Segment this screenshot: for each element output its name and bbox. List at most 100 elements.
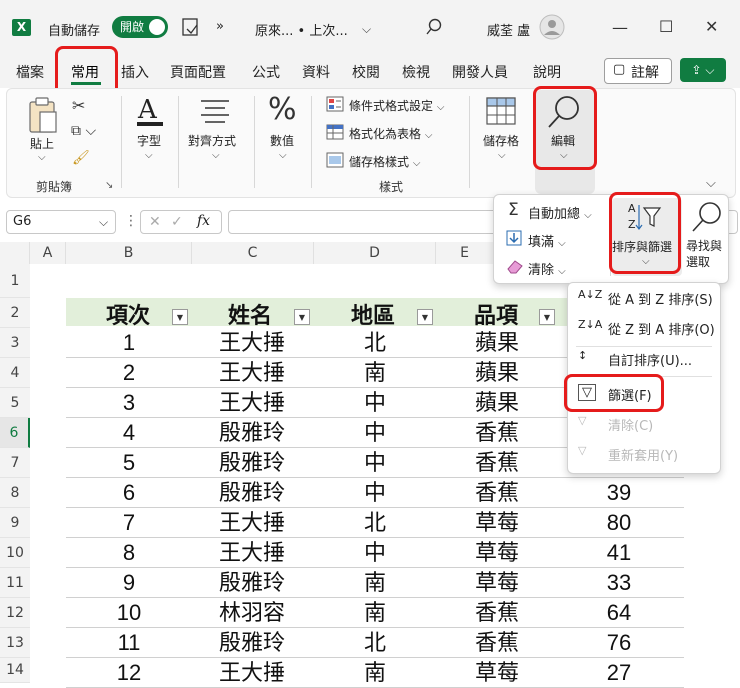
row-header[interactable]: 13 <box>0 628 30 658</box>
save-icon[interactable] <box>181 17 201 37</box>
cell-region[interactable]: 北 <box>315 628 435 658</box>
row-header[interactable]: 6 <box>0 418 30 448</box>
conditional-format-icon[interactable] <box>326 96 344 112</box>
row-header[interactable]: 7 <box>0 448 30 478</box>
cell-product[interactable]: 草莓 <box>437 508 557 538</box>
row-header[interactable]: 4 <box>0 358 30 388</box>
avatar[interactable] <box>539 14 565 40</box>
cell-name[interactable]: 王大捶 <box>192 658 312 688</box>
font-chevron-icon[interactable]: ⌵ <box>145 150 153 161</box>
file-name[interactable]: 原來... • 上次... <box>255 20 348 39</box>
cell-region[interactable]: 中 <box>315 388 435 418</box>
cell-product[interactable]: 蘋果 <box>437 328 557 358</box>
cell-product[interactable]: 香蕉 <box>437 478 557 508</box>
find-select-icon[interactable] <box>690 200 724 234</box>
filter-dropdown-icon[interactable]: ▼ <box>294 309 310 325</box>
conditional-format-button[interactable]: 條件式格式設定 ⌵ <box>349 97 444 114</box>
cell-item-no[interactable]: 11 <box>69 628 189 658</box>
format-as-table-icon[interactable] <box>326 124 344 140</box>
row-header[interactable]: 8 <box>0 478 30 508</box>
number-label[interactable]: 數值 <box>270 132 294 149</box>
tab-developer[interactable]: 開發人員 <box>452 62 508 82</box>
cell-region[interactable]: 南 <box>315 598 435 628</box>
fill-button[interactable]: 填滿 ⌵ <box>528 231 566 250</box>
cell-name[interactable]: 殷雅玲 <box>192 478 312 508</box>
cell-name[interactable]: 殷雅玲 <box>192 448 312 478</box>
cell-product[interactable]: 香蕉 <box>437 448 557 478</box>
cell-item-no[interactable]: 2 <box>69 358 189 388</box>
cell-region[interactable]: 中 <box>315 418 435 448</box>
tab-help[interactable]: 說明 <box>533 62 561 82</box>
cell-region[interactable]: 南 <box>315 568 435 598</box>
tab-insert[interactable]: 插入 <box>121 62 149 82</box>
row-header[interactable]: 12 <box>0 598 30 628</box>
cell-product[interactable]: 香蕉 <box>437 628 557 658</box>
cell-quantity[interactable]: 33 <box>559 568 679 598</box>
row-header[interactable]: 3 <box>0 328 30 358</box>
cell-name[interactable]: 殷雅玲 <box>192 568 312 598</box>
row-header[interactable]: 2 <box>0 298 30 328</box>
filter-dropdown-icon[interactable]: ▼ <box>539 309 555 325</box>
cell-item-no[interactable]: 1 <box>69 328 189 358</box>
search-icon[interactable] <box>426 18 444 36</box>
row-header[interactable]: 9 <box>0 508 30 538</box>
row-header[interactable]: 11 <box>0 568 30 598</box>
clear-filter-item[interactable]: 清除(C) <box>608 415 653 434</box>
cell-product[interactable]: 香蕉 <box>437 418 557 448</box>
autosum-button[interactable]: 自動加總 ⌵ <box>528 203 592 222</box>
cell-name[interactable]: 殷雅玲 <box>192 418 312 448</box>
autosave-toggle[interactable]: 開啟 <box>112 16 168 38</box>
format-painter-icon[interactable]: 🖌 <box>72 150 90 166</box>
cell-quantity[interactable]: 64 <box>559 598 679 628</box>
number-chevron-icon[interactable]: ⌵ <box>279 150 287 161</box>
cell-name[interactable]: 王大捶 <box>192 388 312 418</box>
cell-product[interactable]: 草莓 <box>437 568 557 598</box>
tab-formulas[interactable]: 公式 <box>252 62 280 82</box>
tab-view[interactable]: 檢視 <box>402 62 430 82</box>
minimize-button[interactable]: — <box>612 18 628 37</box>
tab-data[interactable]: 資料 <box>302 62 330 82</box>
cell-styles-button[interactable]: 儲存格樣式 ⌵ <box>349 153 420 170</box>
sort-z-to-a-item[interactable]: 從 Z 到 A 排序(O) <box>608 319 715 338</box>
cell-name[interactable]: 王大捶 <box>192 508 312 538</box>
cell-quantity[interactable]: 27 <box>559 658 679 688</box>
cell-name[interactable]: 王大捶 <box>192 328 312 358</box>
cut-icon[interactable]: ✂ <box>72 96 85 115</box>
cell-product[interactable]: 蘋果 <box>437 388 557 418</box>
paste-icon[interactable] <box>26 96 60 136</box>
cells-label[interactable]: 儲存格 <box>483 132 519 149</box>
close-button[interactable]: ✕ <box>705 17 718 36</box>
cell-product[interactable]: 草莓 <box>437 538 557 568</box>
enter-icon[interactable]: ✓ <box>171 214 183 230</box>
cell-quantity[interactable]: 39 <box>559 478 679 508</box>
cancel-icon[interactable]: ✕ <box>149 214 161 230</box>
font-label[interactable]: 字型 <box>137 132 161 149</box>
sort-a-to-z-item[interactable]: 從 A 到 Z 排序(S) <box>608 289 713 308</box>
cell-item-no[interactable]: 8 <box>69 538 189 568</box>
clipboard-launcher-icon[interactable]: ↘ <box>105 180 113 191</box>
cell-product[interactable]: 草莓 <box>437 658 557 688</box>
cell-product[interactable]: 香蕉 <box>437 598 557 628</box>
row-header[interactable]: 1 <box>0 264 30 298</box>
tab-review[interactable]: 校閱 <box>352 62 380 82</box>
column-header-b[interactable]: B <box>66 242 192 264</box>
align-chevron-icon[interactable]: ⌵ <box>212 150 220 161</box>
clear-button[interactable]: 清除 ⌵ <box>528 259 566 278</box>
copy-icon[interactable]: ⧉ ⌵ <box>71 123 96 139</box>
more-commands-button[interactable]: » <box>216 19 224 34</box>
column-header-c[interactable]: C <box>192 242 314 264</box>
row-header[interactable]: 5 <box>0 388 30 418</box>
comment-button[interactable]: ▢ 註解 <box>604 58 672 84</box>
cell-item-no[interactable]: 12 <box>69 658 189 688</box>
user-name[interactable]: 威荃 盧 <box>487 20 530 39</box>
cell-item-no[interactable]: 9 <box>69 568 189 598</box>
cell-name[interactable]: 王大捶 <box>192 358 312 388</box>
restore-button[interactable]: ☐ <box>659 17 673 36</box>
align-icon[interactable] <box>199 98 231 124</box>
cell-region[interactable]: 南 <box>315 358 435 388</box>
cells-chevron-icon[interactable]: ⌵ <box>498 150 506 161</box>
cell-region[interactable]: 中 <box>315 478 435 508</box>
cell-name[interactable]: 林羽容 <box>192 598 312 628</box>
file-name-chevron-icon[interactable]: ⌵ <box>362 22 371 37</box>
select-all-corner[interactable] <box>0 242 30 264</box>
